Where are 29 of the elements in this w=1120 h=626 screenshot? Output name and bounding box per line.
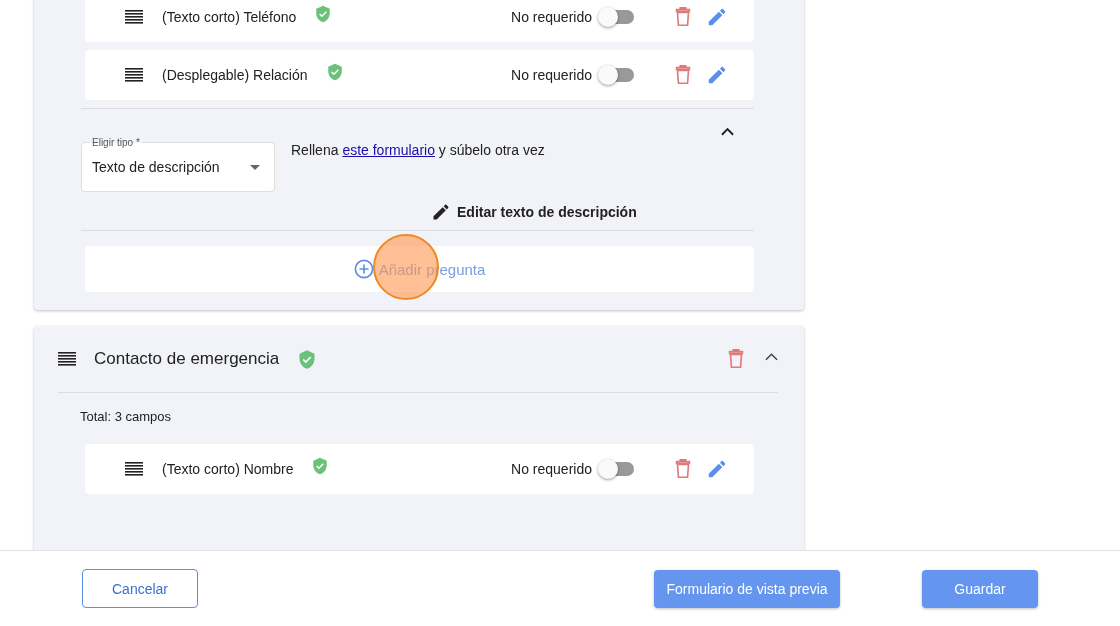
drag-handle-icon[interactable] bbox=[125, 68, 143, 82]
required-label: No requerido bbox=[511, 67, 592, 83]
pencil-icon bbox=[431, 202, 451, 222]
edit-icon[interactable] bbox=[706, 64, 728, 86]
collapse-chevron-icon[interactable] bbox=[721, 127, 734, 136]
required-label: No requerido bbox=[511, 461, 592, 477]
drag-handle-icon[interactable] bbox=[125, 462, 143, 476]
required-toggle[interactable] bbox=[600, 68, 634, 82]
form-link[interactable]: este formulario bbox=[342, 142, 435, 158]
edit-icon[interactable] bbox=[706, 6, 728, 28]
description-text: Rellena este formulario y súbelo otra vez bbox=[291, 142, 546, 158]
field-label: (Desplegable) Relación bbox=[162, 67, 308, 83]
field-count: Total: 3 campos bbox=[79, 408, 173, 426]
preview-form-button[interactable]: Formulario de vista previa bbox=[654, 569, 840, 608]
plus-circle-icon bbox=[353, 259, 374, 279]
cancel-button[interactable]: Cancelar bbox=[82, 569, 198, 608]
required-toggle[interactable] bbox=[600, 10, 634, 24]
field-label: (Texto corto) Teléfono bbox=[162, 9, 297, 25]
required-label: No requerido bbox=[511, 9, 592, 25]
collapse-chevron-icon[interactable] bbox=[765, 351, 778, 361]
edit-icon[interactable] bbox=[706, 458, 728, 480]
caret-icon bbox=[250, 164, 260, 170]
save-button[interactable]: Guardar bbox=[922, 569, 1038, 608]
drag-handle-icon[interactable] bbox=[58, 352, 76, 366]
field-label: (Texto corto) Nombre bbox=[162, 461, 294, 477]
edit-description-button[interactable]: Editar texto de descripción bbox=[431, 202, 637, 222]
required-toggle[interactable] bbox=[600, 462, 634, 476]
drag-handle-icon[interactable] bbox=[125, 10, 143, 24]
section-title: Contacto de emergencia bbox=[94, 349, 280, 369]
